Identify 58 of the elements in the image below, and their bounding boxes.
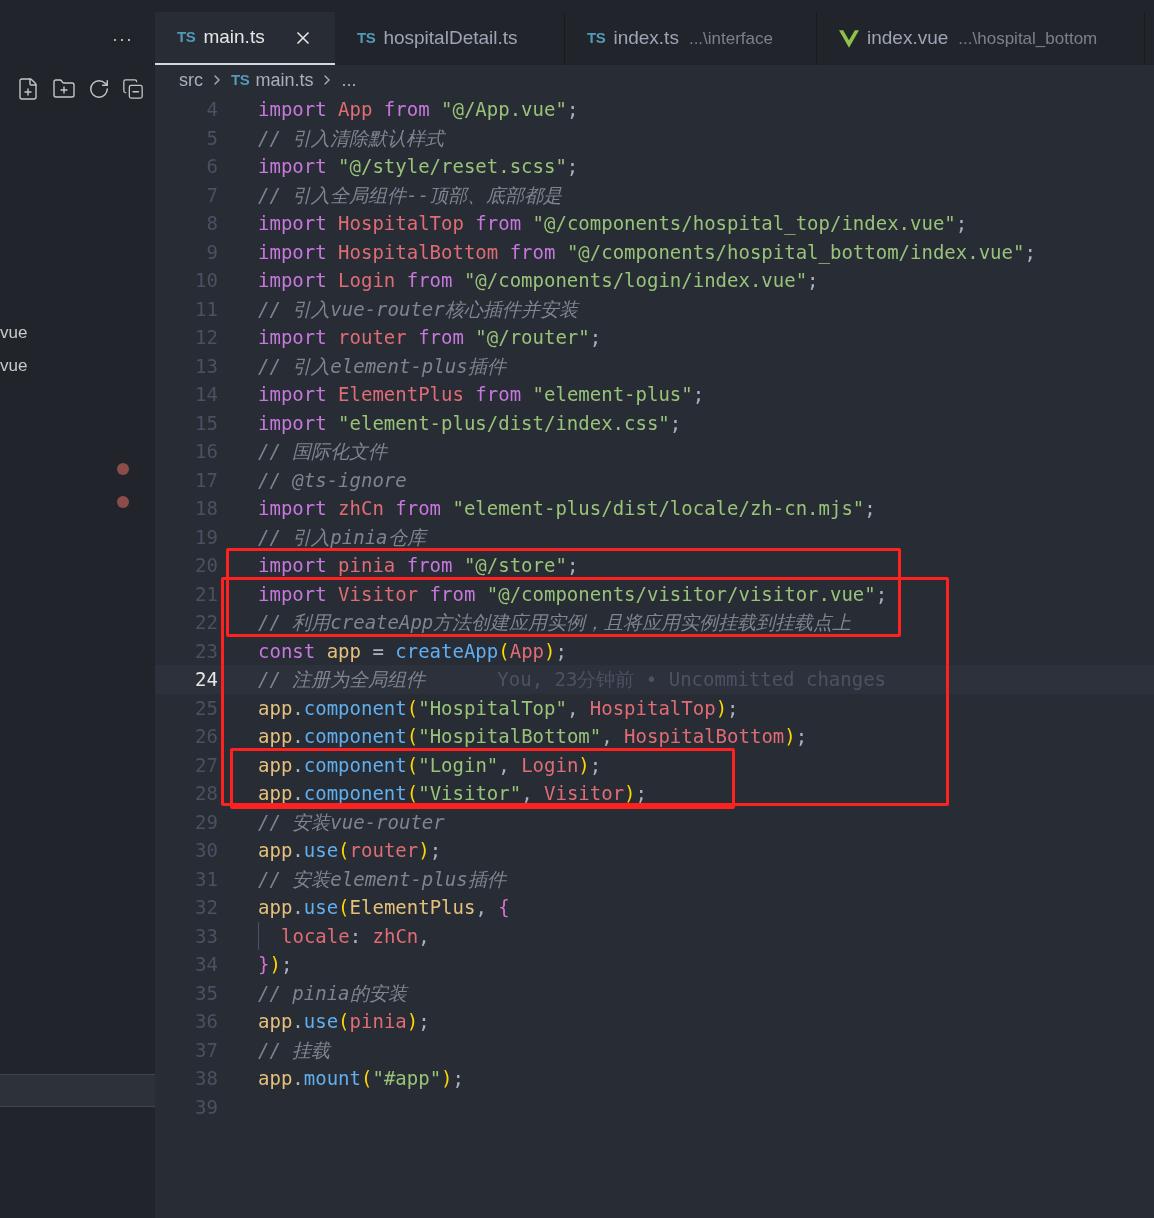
tab-path: ...\interface: [688, 27, 773, 50]
code-line: app.use(router);: [258, 838, 442, 863]
code-line: app.mount("#app");: [258, 1066, 464, 1091]
code-line: // 挂载: [258, 1037, 331, 1063]
code-line: // 利用createApp方法创建应用实例，且将应用实例挂载到挂载点上: [258, 610, 852, 635]
code-line: // pinia的安装: [258, 980, 407, 1006]
code-line: // 引入element-plus插件: [258, 353, 506, 379]
code-line: app.component("Visitor", Visitor);: [258, 781, 647, 806]
tab-label: main.ts: [203, 25, 265, 50]
code-line: app.component("HospitalTop", HospitalTop);: [258, 695, 739, 721]
breadcrumb-more[interactable]: ...: [341, 66, 357, 94]
explorer-file-item[interactable]: vue: [0, 319, 28, 346]
new-folder-icon[interactable]: [52, 77, 76, 101]
code-line: locale: zhCn,: [258, 921, 430, 950]
code-line: import "@/style/reset.scss";: [258, 154, 579, 179]
code-line: // 注册为全局组件: [258, 667, 426, 692]
code-line: // 引入清除默认样式: [258, 125, 445, 151]
code-line: import zhCn from "element-plus/dist/locale/zh-cn.mjs";: [258, 496, 876, 521]
code-line: import router from "@/router";: [258, 325, 602, 350]
code-line: // @ts-ignore: [258, 467, 407, 493]
new-file-icon[interactable]: [16, 77, 40, 101]
code-line: // 引入全局组件--顶部、底部都是: [258, 182, 563, 208]
code-line: // 国际化文件: [258, 439, 388, 464]
code-line: import App from "@/App.vue";: [258, 97, 579, 122]
code-line: app.component("HospitalBottom", HospitalBottom);: [258, 724, 808, 749]
code-line: app.use(pinia);: [258, 1009, 430, 1034]
code-line: // 引入vue-router核心插件并安装: [258, 296, 578, 322]
code-line: app.use(ElementPlus, {: [258, 895, 510, 920]
typescript-icon: TS: [587, 27, 606, 50]
code-line: // 安装element-plus插件: [258, 866, 506, 892]
editor-tab[interactable]: TS main.ts: [155, 12, 335, 65]
tab-label: hospitalDetail.ts: [383, 26, 518, 51]
code-line: const app = createApp(App);: [258, 638, 567, 664]
collapse-icon[interactable]: [122, 78, 144, 100]
code-line: import "element-plus/dist/index.css";: [258, 410, 682, 436]
code-line: import pinia from "@/store";: [258, 553, 579, 578]
tab-path: ...\hospital_bottom: [958, 27, 1098, 50]
code-line: import Login from "@/components/login/index.vue";: [258, 268, 819, 293]
explorer-file-item[interactable]: vue: [0, 352, 28, 379]
code-line: // 引入pinia仓库: [258, 524, 426, 550]
breadcrumb-file[interactable]: main.ts: [255, 66, 314, 94]
line-number: 24: [194, 667, 218, 692]
breadcrumb-folder[interactable]: src: [179, 66, 203, 94]
more-actions-button[interactable]: ···: [112, 29, 133, 48]
code-line: import Visitor from "@/components/visitor/visitor.vue";: [258, 581, 888, 607]
vue-logo-icon: [839, 29, 859, 48]
tab-label: index.ts: [613, 26, 679, 51]
code-line: // 安装vue-router: [258, 809, 445, 835]
code-line: });: [258, 952, 293, 977]
code-line: import ElementPlus from "element-plus";: [258, 382, 705, 407]
refresh-icon[interactable]: [88, 78, 110, 100]
typescript-icon: TS: [177, 26, 196, 49]
tab-label: index.vue: [867, 26, 949, 51]
typescript-icon: TS: [231, 68, 250, 92]
code-line: app.component("Login", Login);: [258, 752, 602, 778]
typescript-icon: TS: [357, 27, 376, 50]
code-line: import HospitalTop from "@/components/hospital_top/index.vue";: [258, 211, 968, 237]
code-line: import HospitalBottom from "@/components/hospital_bottom/index.vue";: [258, 239, 1036, 266]
